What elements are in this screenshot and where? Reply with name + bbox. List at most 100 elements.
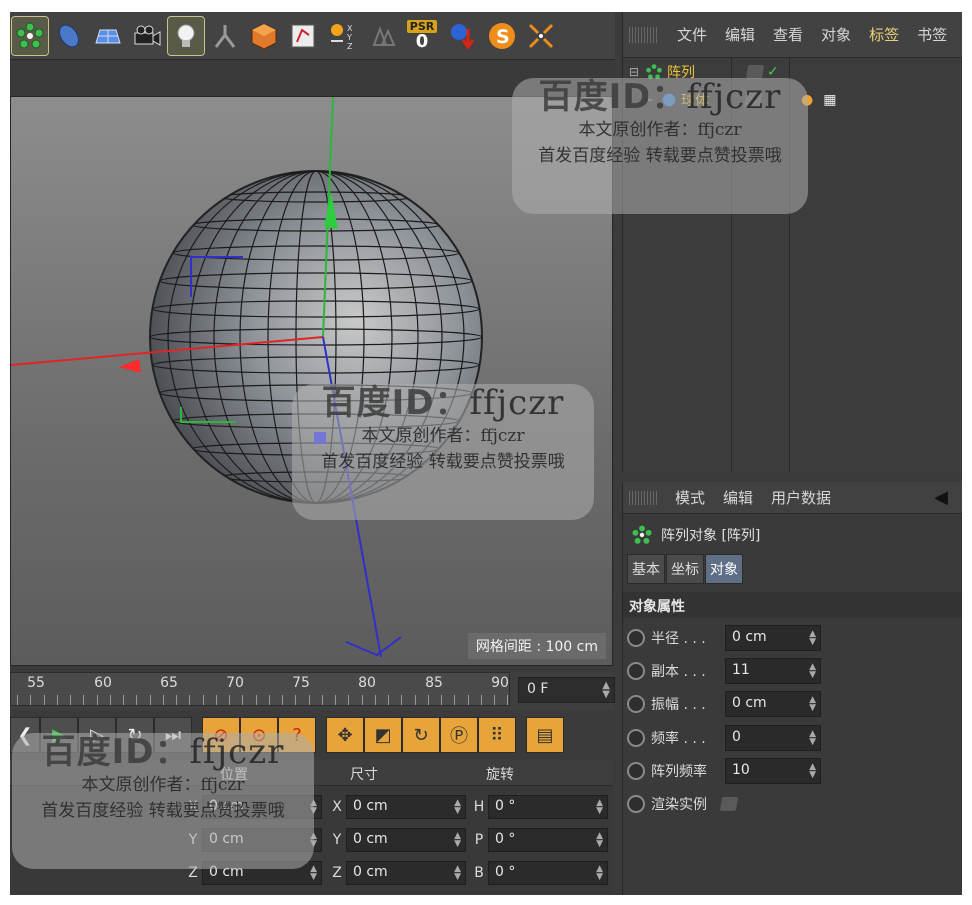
object-row-array[interactable]: ⊟ 阵列 ✓ [629,60,779,84]
coordinates-header: 位置 尺寸 旋转 [10,760,613,786]
checker-tag-icon[interactable]: ▦ [823,92,836,108]
ruler-tick [17,695,18,705]
stepper-arrows-icon[interactable]: ▲ ▼ [809,696,816,713]
timeline-ruler[interactable]: 55 60 65 70 75 80 85 90 [10,672,510,706]
rotation-field[interactable]: 0 ° ▲ ▼ [488,861,608,885]
psr-indicator[interactable]: PSR 0 [402,17,442,55]
object-row-sphere[interactable]: └ 球体 ● ▦ [645,88,836,112]
collapse-icon[interactable] [523,17,559,55]
amplitude-field[interactable]: 0 cm ▲ ▼ [725,691,821,717]
step-back-icon[interactable]: ❮ [10,717,40,753]
menu-bookmarks[interactable]: 书签 [917,24,947,45]
main-toolbar: XYZ PSR 0 S [10,12,615,60]
animate-radio[interactable] [627,662,645,680]
floor-icon[interactable] [90,17,126,55]
animate-radio[interactable] [627,695,645,713]
script-s-icon[interactable]: S [484,17,520,55]
play-forward-icon[interactable]: ▶ [40,717,78,753]
record-keyframe-icon[interactable]: ⊘ [202,717,240,753]
key-position-icon[interactable]: ✥ [326,717,364,753]
stepper-arrows-icon[interactable]: ▲ ▼ [310,799,317,816]
rotation-field[interactable]: 0 ° ▲ ▼ [488,795,608,819]
snap-icon[interactable] [363,17,399,55]
edit-render-icon[interactable] [285,17,321,55]
material-tag-icon[interactable]: ● [801,92,813,108]
panel-grip-icon[interactable] [629,26,659,43]
menu-view[interactable]: 查看 [773,24,803,45]
camera-icon[interactable] [129,17,165,55]
object-name-array[interactable]: 阵列 [667,62,695,82]
deformer-icon[interactable] [51,17,87,55]
tab-object[interactable]: 对象 [705,554,743,584]
animate-radio[interactable] [627,729,645,747]
field-value: 0 ° [495,864,516,880]
keyframe-help-icon[interactable]: ? [278,717,316,753]
current-frame-field[interactable]: 0 F ▲ ▼ [518,677,615,703]
menu-edit[interactable]: 编辑 [723,487,753,508]
tree-collapse-icon[interactable]: ⊟ [629,65,645,79]
frequency-field[interactable]: 0 ▲ ▼ [725,725,821,751]
loop-icon[interactable]: ↻ [116,717,154,753]
tab-basic[interactable]: 基本 [627,554,665,584]
3d-viewport[interactable]: 网格间距 : 100 cm [10,96,613,666]
goto-end-icon[interactable]: ⏭ [154,717,192,753]
key-parameter-icon[interactable]: Ⓟ [440,717,478,753]
axis-xyz-icon[interactable]: XYZ [324,17,360,55]
menu-tags[interactable]: 标签 [869,24,899,45]
size-field[interactable]: 0 cm ▲ ▼ [346,795,466,819]
stepper-arrows-icon[interactable]: ▲ ▼ [809,763,816,780]
ruler-tick [149,695,151,705]
layer-checkbox-icon[interactable] [743,93,763,107]
back-arrow-icon[interactable]: ◀ [934,487,948,508]
svg-text:Z: Z [347,42,353,51]
stepper-arrows-icon[interactable]: ▲ ▼ [596,865,603,882]
stepper-arrows-icon[interactable]: ▲ ▼ [602,681,610,700]
stepper-arrows-icon[interactable]: ▲ ▼ [454,865,461,882]
position-field[interactable]: 0 cm ▲ ▼ [202,795,322,819]
stepper-arrows-icon[interactable]: ▲ ▼ [454,832,461,849]
autokey-icon[interactable]: ⊙ [240,717,278,753]
array-tool-icon[interactable] [11,15,49,56]
tab-coord[interactable]: 坐标 [666,554,704,584]
stepper-arrows-icon[interactable]: ▲ ▼ [310,832,317,849]
position-field[interactable]: 0 cm ▲ ▼ [202,861,322,885]
ruler-tick [494,695,495,705]
size-field[interactable]: 0 cm ▲ ▼ [346,828,466,852]
size-field[interactable]: 0 cm ▲ ▼ [346,861,466,885]
cube-tag-icon[interactable] [246,17,282,55]
svg-text:S: S [496,26,510,48]
stepper-arrows-icon[interactable]: ▲ ▼ [596,832,603,849]
stepper-arrows-icon[interactable]: ▲ ▼ [310,865,317,882]
animate-radio[interactable] [627,795,645,813]
radius-field[interactable]: 0 cm ▲ ▼ [725,625,821,651]
position-field[interactable]: 0 cm ▲ ▼ [202,828,322,852]
menu-user-data[interactable]: 用户数据 [771,487,831,508]
animate-radio[interactable] [627,629,645,647]
panel-grip-icon[interactable] [629,490,657,505]
stepper-arrows-icon[interactable]: ▲ ▼ [809,663,816,680]
key-pla-icon[interactable]: ⠿ [478,717,516,753]
joint-icon[interactable] [207,17,243,55]
workplane-icon[interactable] [445,17,481,55]
render-instances-checkbox[interactable] [719,797,739,811]
rotation-field[interactable]: 0 ° ▲ ▼ [488,828,608,852]
stepper-arrows-icon[interactable]: ▲ ▼ [809,630,816,647]
menu-mode[interactable]: 模式 [675,487,705,508]
animate-radio[interactable] [627,762,645,780]
key-scale-icon[interactable]: ◩ [364,717,402,753]
enabled-check-icon[interactable]: ✓ [767,64,779,80]
stepper-arrows-icon[interactable]: ▲ ▼ [809,730,816,747]
stepper-arrows-icon[interactable]: ▲ ▼ [454,799,461,816]
array-frequency-field[interactable]: 10 ▲ ▼ [725,758,821,784]
timeline-window-icon[interactable]: ▤ [526,717,564,753]
menu-edit[interactable]: 编辑 [725,24,755,45]
copies-field[interactable]: 11 ▲ ▼ [725,658,821,684]
next-frame-icon[interactable]: ▷ [78,717,116,753]
stepper-arrows-icon[interactable]: ▲ ▼ [596,799,603,816]
menu-file[interactable]: 文件 [677,24,707,45]
key-rotation-icon[interactable]: ↻ [402,717,440,753]
menu-object[interactable]: 对象 [821,24,851,45]
object-name-sphere[interactable]: 球体 [681,90,709,110]
layer-checkbox-icon[interactable] [745,65,765,79]
light-icon[interactable] [167,15,205,56]
